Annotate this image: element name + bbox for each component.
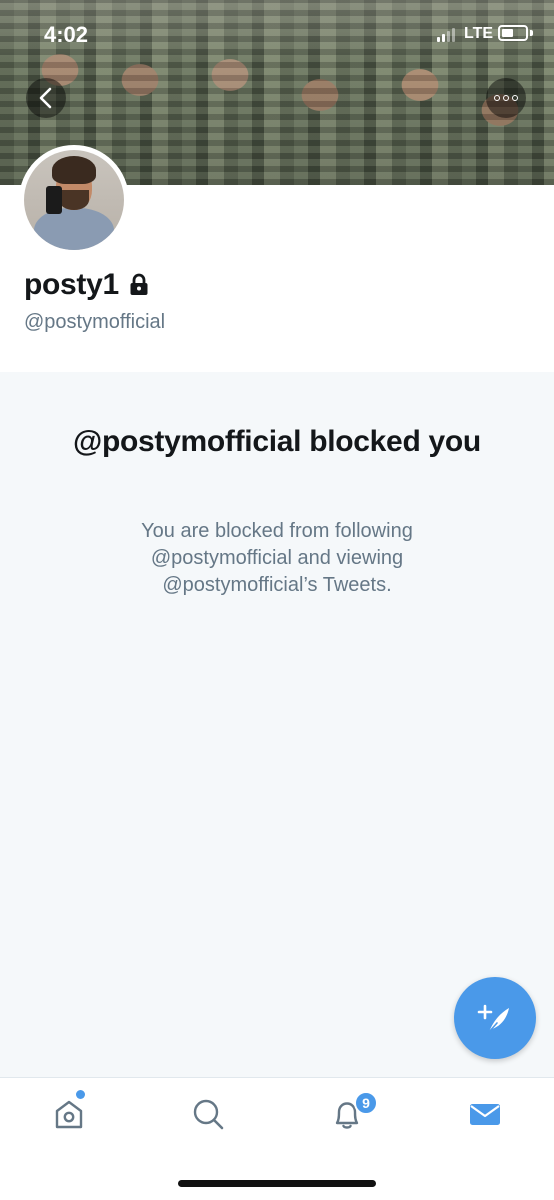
- profile-handle: @postymofficial: [24, 311, 166, 333]
- status-time: 4:02: [44, 22, 89, 47]
- mail-icon: [470, 1104, 500, 1125]
- signal-strength-icon: [437, 28, 455, 42]
- compose-tweet-icon: [477, 1004, 509, 1033]
- tab-messages[interactable]: [463, 1092, 507, 1136]
- notification-count-badge: 9: [354, 1091, 378, 1115]
- more-options-button[interactable]: [486, 78, 526, 118]
- battery-icon: [498, 25, 528, 41]
- blocked-description: You are blocked from following @postymof…: [141, 520, 413, 596]
- lock-icon: [130, 273, 148, 295]
- chevron-left-icon: [39, 87, 52, 109]
- display-name: posty1: [24, 268, 119, 301]
- network-label: LTE: [464, 25, 494, 42]
- blocked-title: @postymofficial blocked you: [73, 425, 481, 458]
- home-indicator[interactable]: [178, 1180, 376, 1187]
- more-dots-icon: [494, 95, 518, 101]
- tab-search[interactable]: [186, 1092, 230, 1136]
- compose-tweet-button[interactable]: [454, 977, 536, 1059]
- back-button[interactable]: [26, 78, 66, 118]
- profile-avatar[interactable]: [19, 145, 129, 255]
- home-icon: [55, 1100, 83, 1129]
- tab-home[interactable]: [47, 1092, 91, 1136]
- home-new-indicator: [76, 1090, 85, 1099]
- profile-name-row: posty1: [24, 268, 151, 302]
- search-icon: [193, 1099, 224, 1130]
- battery-tip: [530, 30, 533, 36]
- avatar-photo: [24, 150, 124, 250]
